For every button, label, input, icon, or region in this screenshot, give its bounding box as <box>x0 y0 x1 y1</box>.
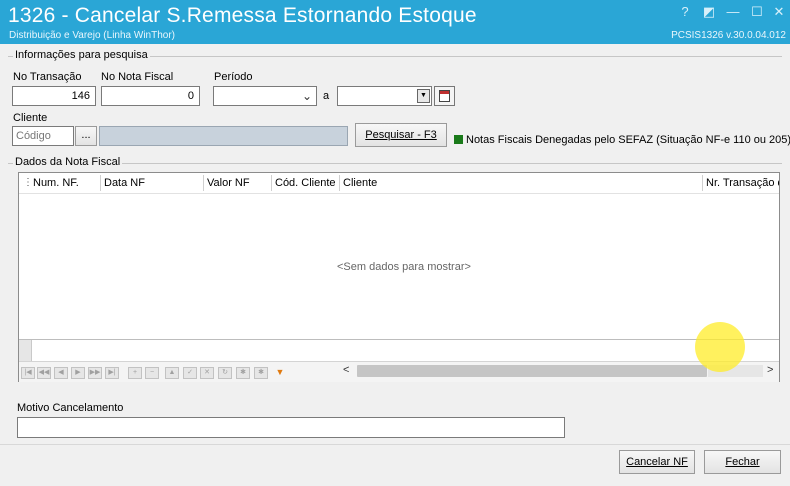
calendar-clear-button[interactable] <box>434 86 455 106</box>
cliente-label: Cliente <box>13 112 48 124</box>
nav-last-icon[interactable]: ▶| <box>105 367 119 379</box>
horizontal-scrollbar-thumb[interactable] <box>357 365 707 377</box>
cliente-name-field <box>99 126 348 146</box>
nav-cancel-icon[interactable]: ✕ <box>200 367 214 379</box>
nav-prev-icon[interactable]: ◀ <box>54 367 68 379</box>
restore-layout-icon[interactable]: ◩ <box>700 4 718 20</box>
periodo-label: Período <box>214 71 253 83</box>
fechar-button[interactable]: Fechar <box>704 450 781 474</box>
dropdown-arrow-icon[interactable]: ▼ <box>417 89 430 103</box>
calendar-icon <box>439 90 450 102</box>
window-subtitle: Distribuição e Varejo (Linha WinThor) <box>9 30 175 41</box>
legend-text: Notas Fiscais Denegadas pelo SEFAZ (Situ… <box>466 134 790 146</box>
chevron-down-icon[interactable]: ⌄ <box>302 89 312 103</box>
scroll-right-arrow[interactable]: > <box>767 364 773 376</box>
column-nr-transacao[interactable]: Nr. Transação d <box>706 177 779 189</box>
nav-goto-bookmark-icon[interactable]: ✱ <box>254 367 268 379</box>
scroll-left-arrow[interactable]: < <box>343 364 349 376</box>
periodo-end-input[interactable]: ▼ <box>337 86 432 106</box>
nota-fiscal-grid[interactable] <box>18 172 780 382</box>
search-group-label: Informações para pesquisa <box>13 49 150 61</box>
cliente-lookup-button[interactable]: ... <box>75 126 97 146</box>
periodo-separator: a <box>323 90 330 102</box>
cursor-highlight <box>695 322 745 372</box>
periodo-start-input[interactable]: ⌄ <box>213 86 317 106</box>
nav-next-icon[interactable]: ▶ <box>71 367 85 379</box>
grid-group-label: Dados da Nota Fiscal <box>13 156 123 168</box>
minimize-icon[interactable]: — <box>724 4 742 20</box>
nota-fiscal-label: No Nota Fiscal <box>101 71 174 83</box>
grid-footer-indicator <box>19 340 32 362</box>
help-icon[interactable]: ? <box>676 4 694 20</box>
column-separator <box>702 175 703 191</box>
nota-fiscal-input[interactable]: 0 <box>101 86 200 106</box>
nav-edit-icon[interactable]: ▲ <box>165 367 179 379</box>
footer-divider <box>0 444 790 445</box>
legend-color-swatch <box>454 135 463 144</box>
fechar-label: Fechar <box>725 456 760 468</box>
nav-next-page-icon[interactable]: ▶▶ <box>88 367 102 379</box>
column-chooser-icon[interactable]: ⋮ <box>23 177 33 188</box>
column-separator <box>339 175 340 191</box>
grid-group-border <box>8 163 782 164</box>
nav-refresh-icon[interactable]: ↻ <box>218 367 232 379</box>
column-num-nf[interactable]: Num. NF. <box>33 177 79 189</box>
grid-footer-divider <box>19 339 779 340</box>
column-separator <box>100 175 101 191</box>
grid-empty-message: <Sem dados para mostrar> <box>337 261 471 273</box>
cliente-codigo-input[interactable]: Código <box>12 126 74 146</box>
close-icon[interactable]: ✕ <box>770 4 788 20</box>
motivo-input[interactable] <box>17 417 565 438</box>
nav-insert-icon[interactable]: + <box>128 367 142 379</box>
nav-post-icon[interactable]: ✓ <box>183 367 197 379</box>
column-data-nf[interactable]: Data NF <box>104 177 145 189</box>
nav-delete-icon[interactable]: − <box>145 367 159 379</box>
version-label: PCSIS1326 v.30.0.04.012 <box>671 30 786 41</box>
pesquisar-label: Pesquisar - F3 <box>365 129 437 141</box>
nav-first-icon[interactable]: |◀ <box>21 367 35 379</box>
column-cliente[interactable]: Cliente <box>343 177 377 189</box>
column-valor-nf[interactable]: Valor NF <box>207 177 250 189</box>
column-separator <box>203 175 204 191</box>
pesquisar-button[interactable]: Pesquisar - F3 <box>355 123 447 147</box>
window-title: 1326 - Cancelar S.Remessa Estornando Est… <box>8 4 477 27</box>
cancelar-nf-button[interactable]: Cancelar NF <box>619 450 695 474</box>
calendar-icon-header <box>440 91 449 94</box>
nav-prev-page-icon[interactable]: ◀◀ <box>37 367 51 379</box>
cancelar-nf-label: Cancelar NF <box>626 456 688 468</box>
column-separator <box>271 175 272 191</box>
maximize-icon[interactable]: ☐ <box>748 4 766 20</box>
transacao-label: No Transação <box>13 71 82 83</box>
motivo-label: Motivo Cancelamento <box>17 402 124 414</box>
filter-icon[interactable]: ▼ <box>275 367 285 378</box>
nav-bookmark-icon[interactable]: ✱ <box>236 367 250 379</box>
column-cod-cliente[interactable]: Cód. Cliente <box>275 177 336 189</box>
transacao-input[interactable]: 146 <box>12 86 96 106</box>
